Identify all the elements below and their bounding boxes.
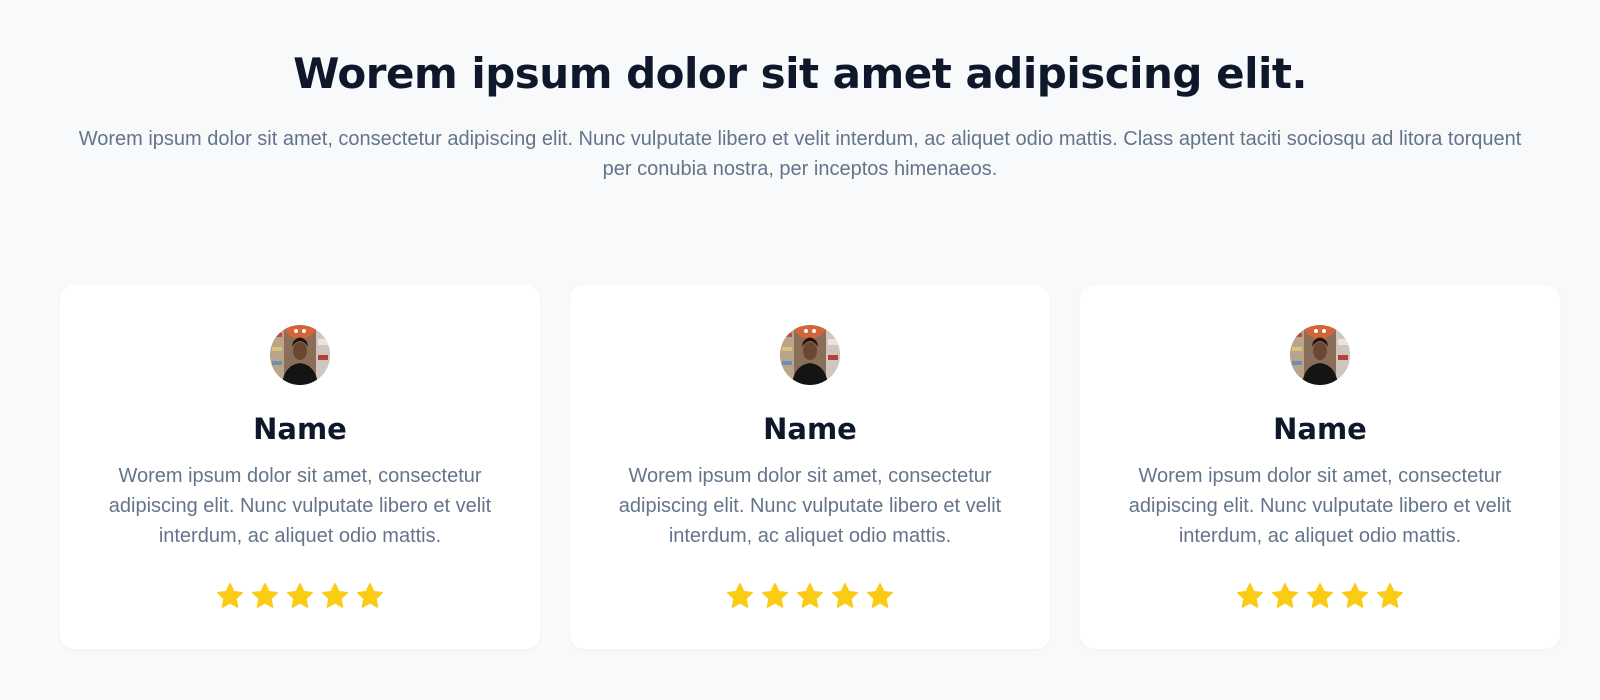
section-subtitle: Worem ipsum dolor sit amet, consectetur … — [78, 128, 1522, 180]
star-icon — [867, 583, 893, 608]
star-icon — [1342, 583, 1368, 608]
star-icon — [252, 583, 278, 608]
reviewer-name: Name — [763, 412, 857, 446]
star-icon — [357, 583, 383, 608]
star-rating — [725, 581, 895, 611]
section-title: Worem ipsum dolor sit amet adipiscing el… — [293, 49, 1307, 98]
avatar — [1290, 325, 1350, 385]
avatar — [270, 325, 330, 385]
testimonial-cards: Name Worem ipsum dolor sit amet, consect… — [60, 285, 1560, 649]
star-icon — [762, 583, 788, 608]
star-icon — [322, 583, 348, 608]
star-icon — [217, 583, 243, 608]
testimonial-card: Name Worem ipsum dolor sit amet, consect… — [60, 285, 540, 649]
star-icon — [1307, 583, 1333, 608]
star-icon — [797, 583, 823, 608]
testimonial-text: Worem ipsum dolor sit amet, consectetur … — [108, 465, 492, 547]
testimonial-text: Worem ipsum dolor sit amet, consectetur … — [618, 465, 1002, 547]
testimonial-text: Worem ipsum dolor sit amet, consectetur … — [1128, 465, 1512, 547]
star-rating — [215, 581, 385, 611]
testimonial-card: Name Worem ipsum dolor sit amet, consect… — [1080, 285, 1560, 649]
reviewer-name: Name — [253, 412, 347, 446]
star-icon — [1272, 583, 1298, 608]
star-icon — [1237, 583, 1263, 608]
testimonial-card: Name Worem ipsum dolor sit amet, consect… — [570, 285, 1050, 649]
avatar — [780, 325, 840, 385]
star-icon — [1377, 583, 1403, 608]
star-icon — [832, 583, 858, 608]
star-rating — [1235, 581, 1405, 611]
star-icon — [727, 583, 753, 608]
reviewer-name: Name — [1273, 412, 1367, 446]
star-icon — [287, 583, 313, 608]
